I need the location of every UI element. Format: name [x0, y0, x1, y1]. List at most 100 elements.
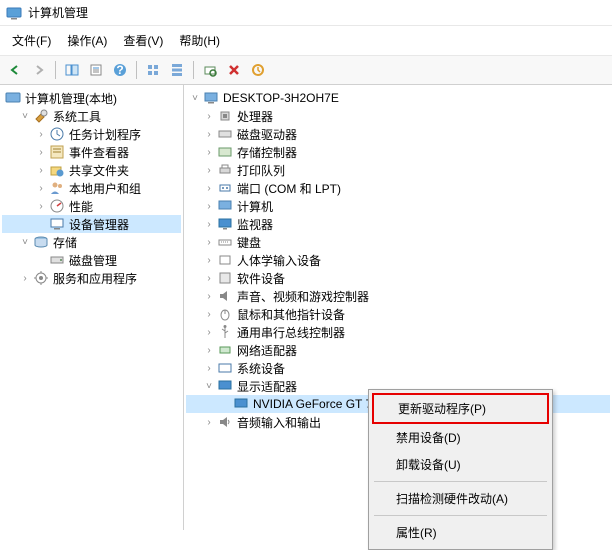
- node-label: 人体学输入设备: [237, 252, 321, 269]
- expand-icon[interactable]: ›: [202, 289, 216, 303]
- node-monitors[interactable]: › 监视器: [186, 215, 610, 233]
- node-event-viewer[interactable]: › 事件查看器: [2, 143, 181, 161]
- ctx-update-driver[interactable]: 更新驱动程序(P): [372, 393, 549, 424]
- collapse-icon[interactable]: ˅: [18, 109, 32, 123]
- usb-icon: [217, 324, 233, 340]
- uninstall-device-button[interactable]: [223, 59, 245, 81]
- collapse-icon[interactable]: ˅: [18, 235, 32, 249]
- node-system-devices[interactable]: ›系统设备: [186, 359, 610, 377]
- expand-icon[interactable]: ›: [202, 253, 216, 267]
- context-menu: 更新驱动程序(P) 禁用设备(D) 卸载设备(U) 扫描检测硬件改动(A) 属性…: [368, 389, 553, 550]
- expand-icon[interactable]: ›: [34, 199, 48, 213]
- expand-icon[interactable]: ›: [34, 181, 48, 195]
- node-label: 设备管理器: [69, 216, 129, 233]
- node-label: 系统工具: [53, 108, 101, 125]
- menubar: 文件(F) 操作(A) 查看(V) 帮助(H): [0, 26, 612, 56]
- ctx-uninstall-device[interactable]: 卸载设备(U): [372, 451, 549, 478]
- node-label: DESKTOP-3H2OH7E: [223, 91, 339, 105]
- menu-action[interactable]: 操作(A): [59, 28, 115, 53]
- expand-icon[interactable]: ›: [202, 127, 216, 141]
- expand-icon[interactable]: ›: [202, 217, 216, 231]
- expand-icon[interactable]: ›: [34, 127, 48, 141]
- node-label: 磁盘管理: [69, 252, 117, 269]
- help-button[interactable]: ?: [109, 59, 131, 81]
- expand-icon[interactable]: ›: [34, 145, 48, 159]
- expand-icon[interactable]: ›: [202, 145, 216, 159]
- node-task-scheduler[interactable]: › 任务计划程序: [2, 125, 181, 143]
- view-devices-by-type-button[interactable]: [142, 59, 164, 81]
- node-processors[interactable]: › 处理器: [186, 107, 610, 125]
- port-icon: [217, 180, 233, 196]
- expand-icon[interactable]: ›: [202, 199, 216, 213]
- left-tree-pane[interactable]: 计算机管理(本地) ˅ 系统工具 › 任务计划程序 › 事件查看器 › 共享文件…: [0, 85, 184, 530]
- expand-icon[interactable]: ›: [202, 361, 216, 375]
- node-print-queues[interactable]: ›打印队列: [186, 161, 610, 179]
- node-label: 鼠标和其他指针设备: [237, 306, 345, 323]
- back-button[interactable]: [4, 59, 26, 81]
- update-driver-button[interactable]: [247, 59, 269, 81]
- expand-icon[interactable]: ›: [202, 307, 216, 321]
- node-storage-controllers[interactable]: › 存储控制器: [186, 143, 610, 161]
- node-local-users[interactable]: › 本地用户和组: [2, 179, 181, 197]
- properties-button[interactable]: [85, 59, 107, 81]
- node-hid[interactable]: › 人体学输入设备: [186, 251, 610, 269]
- node-keyboards[interactable]: ›键盘: [186, 233, 610, 251]
- menu-file[interactable]: 文件(F): [4, 28, 59, 53]
- ctx-separator: [374, 481, 547, 482]
- node-label: 监视器: [237, 216, 273, 233]
- expand-icon[interactable]: ›: [202, 181, 216, 195]
- expand-icon[interactable]: ›: [202, 235, 216, 249]
- disk-icon: [49, 252, 65, 268]
- node-label: 通用串行总线控制器: [237, 324, 345, 341]
- node-network[interactable]: ›网络适配器: [186, 341, 610, 359]
- ctx-properties[interactable]: 属性(R): [372, 519, 549, 546]
- node-label: 处理器: [237, 108, 273, 125]
- monitor-icon: [217, 216, 233, 232]
- expand-icon[interactable]: ›: [34, 163, 48, 177]
- expand-icon[interactable]: ›: [202, 343, 216, 357]
- toolbar-separator: [136, 61, 137, 79]
- collapse-icon[interactable]: ˅: [188, 91, 202, 105]
- node-label: 磁盘驱动器: [237, 126, 297, 143]
- node-usb[interactable]: › 通用串行总线控制器: [186, 323, 610, 341]
- expand-icon[interactable]: ›: [202, 271, 216, 285]
- node-mice[interactable]: › 鼠标和其他指针设备: [186, 305, 610, 323]
- keyboard-icon: [217, 234, 233, 250]
- storage-ctrl-icon: [217, 144, 233, 160]
- ctx-scan-hardware[interactable]: 扫描检测硬件改动(A): [372, 485, 549, 512]
- node-software-devices[interactable]: ›软件设备: [186, 269, 610, 287]
- node-performance[interactable]: › 性能: [2, 197, 181, 215]
- node-computer-cat[interactable]: ›计算机: [186, 197, 610, 215]
- node-disk-drives[interactable]: › 磁盘驱动器: [186, 125, 610, 143]
- scan-hardware-button[interactable]: [199, 59, 221, 81]
- collapse-icon[interactable]: ˅: [202, 379, 216, 393]
- node-services-apps[interactable]: › 服务和应用程序: [2, 269, 181, 287]
- node-label: NVIDIA GeForce GT 7: [253, 397, 372, 411]
- node-label: 音频输入和输出: [237, 414, 321, 431]
- expand-icon[interactable]: ›: [202, 325, 216, 339]
- menu-help[interactable]: 帮助(H): [171, 28, 228, 53]
- view-devices-by-conn-button[interactable]: [166, 59, 188, 81]
- forward-button[interactable]: [28, 59, 50, 81]
- node-host[interactable]: ˅ DESKTOP-3H2OH7E: [186, 89, 610, 107]
- expand-icon[interactable]: ›: [202, 109, 216, 123]
- expand-icon[interactable]: ›: [18, 271, 32, 285]
- node-sound-game[interactable]: ›声音、视频和游戏控制器: [186, 287, 610, 305]
- node-disk-management[interactable]: › 磁盘管理: [2, 251, 181, 269]
- node-device-manager[interactable]: › 设备管理器: [2, 215, 181, 233]
- show-hide-tree-button[interactable]: [61, 59, 83, 81]
- node-system-tools[interactable]: ˅ 系统工具: [2, 107, 181, 125]
- network-icon: [217, 342, 233, 358]
- ctx-disable-device[interactable]: 禁用设备(D): [372, 424, 549, 451]
- node-computer-management[interactable]: 计算机管理(本地): [2, 89, 181, 107]
- node-label: 存储控制器: [237, 144, 297, 161]
- node-storage[interactable]: ˅ 存储: [2, 233, 181, 251]
- expand-icon[interactable]: ›: [202, 163, 216, 177]
- cpu-icon: [217, 108, 233, 124]
- menu-view[interactable]: 查看(V): [115, 28, 171, 53]
- node-shared-folders[interactable]: › 共享文件夹: [2, 161, 181, 179]
- printer-icon: [217, 162, 233, 178]
- pc-icon: [217, 198, 233, 214]
- node-ports[interactable]: ›端口 (COM 和 LPT): [186, 179, 610, 197]
- expand-icon[interactable]: ›: [202, 415, 216, 429]
